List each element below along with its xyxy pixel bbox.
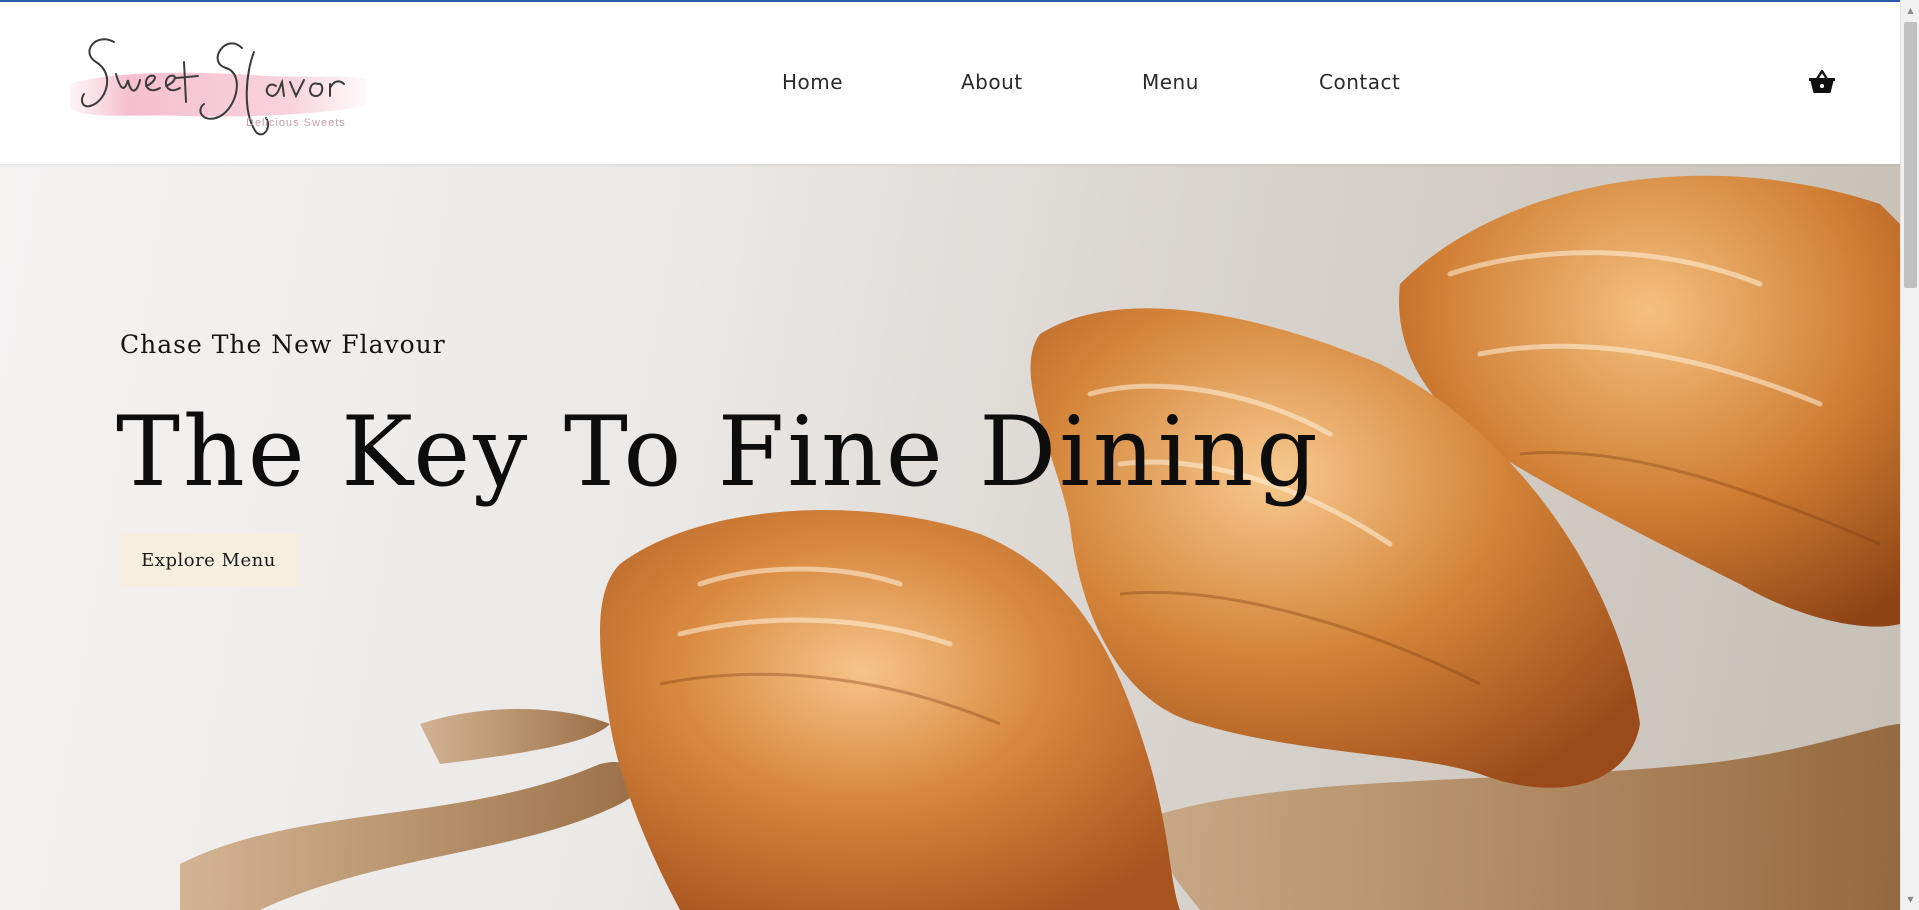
nav-item-home[interactable]: Home [782,70,843,94]
explore-menu-button[interactable]: Explore Menu [120,533,297,587]
scroll-up-arrow-icon[interactable]: ▲ [1901,2,1919,19]
site-header: Delicious Sweets Home About Menu Contact [0,2,1900,164]
cart-button[interactable] [1808,69,1836,95]
main-nav: Home About Menu Contact [0,70,1900,100]
brand-tagline: Delicious Sweets [246,117,346,129]
page: Delicious Sweets Home About Menu Contact [0,0,1900,910]
scrollbar-thumb[interactable] [1904,22,1917,288]
nav-item-about[interactable]: About [961,70,1023,94]
nav-item-menu[interactable]: Menu [1142,70,1199,94]
hero-section: Chase The New Flavour The Key To Fine Di… [0,164,1900,910]
vertical-scrollbar[interactable]: ▲ ▼ [1900,0,1919,910]
nav-item-contact[interactable]: Contact [1319,70,1400,94]
basket-icon [1809,69,1835,93]
scroll-down-arrow-icon[interactable]: ▼ [1901,891,1919,908]
hero-title: The Key To Fine Dining [116,396,1321,508]
hero-subtitle: Chase The New Flavour [120,330,446,359]
